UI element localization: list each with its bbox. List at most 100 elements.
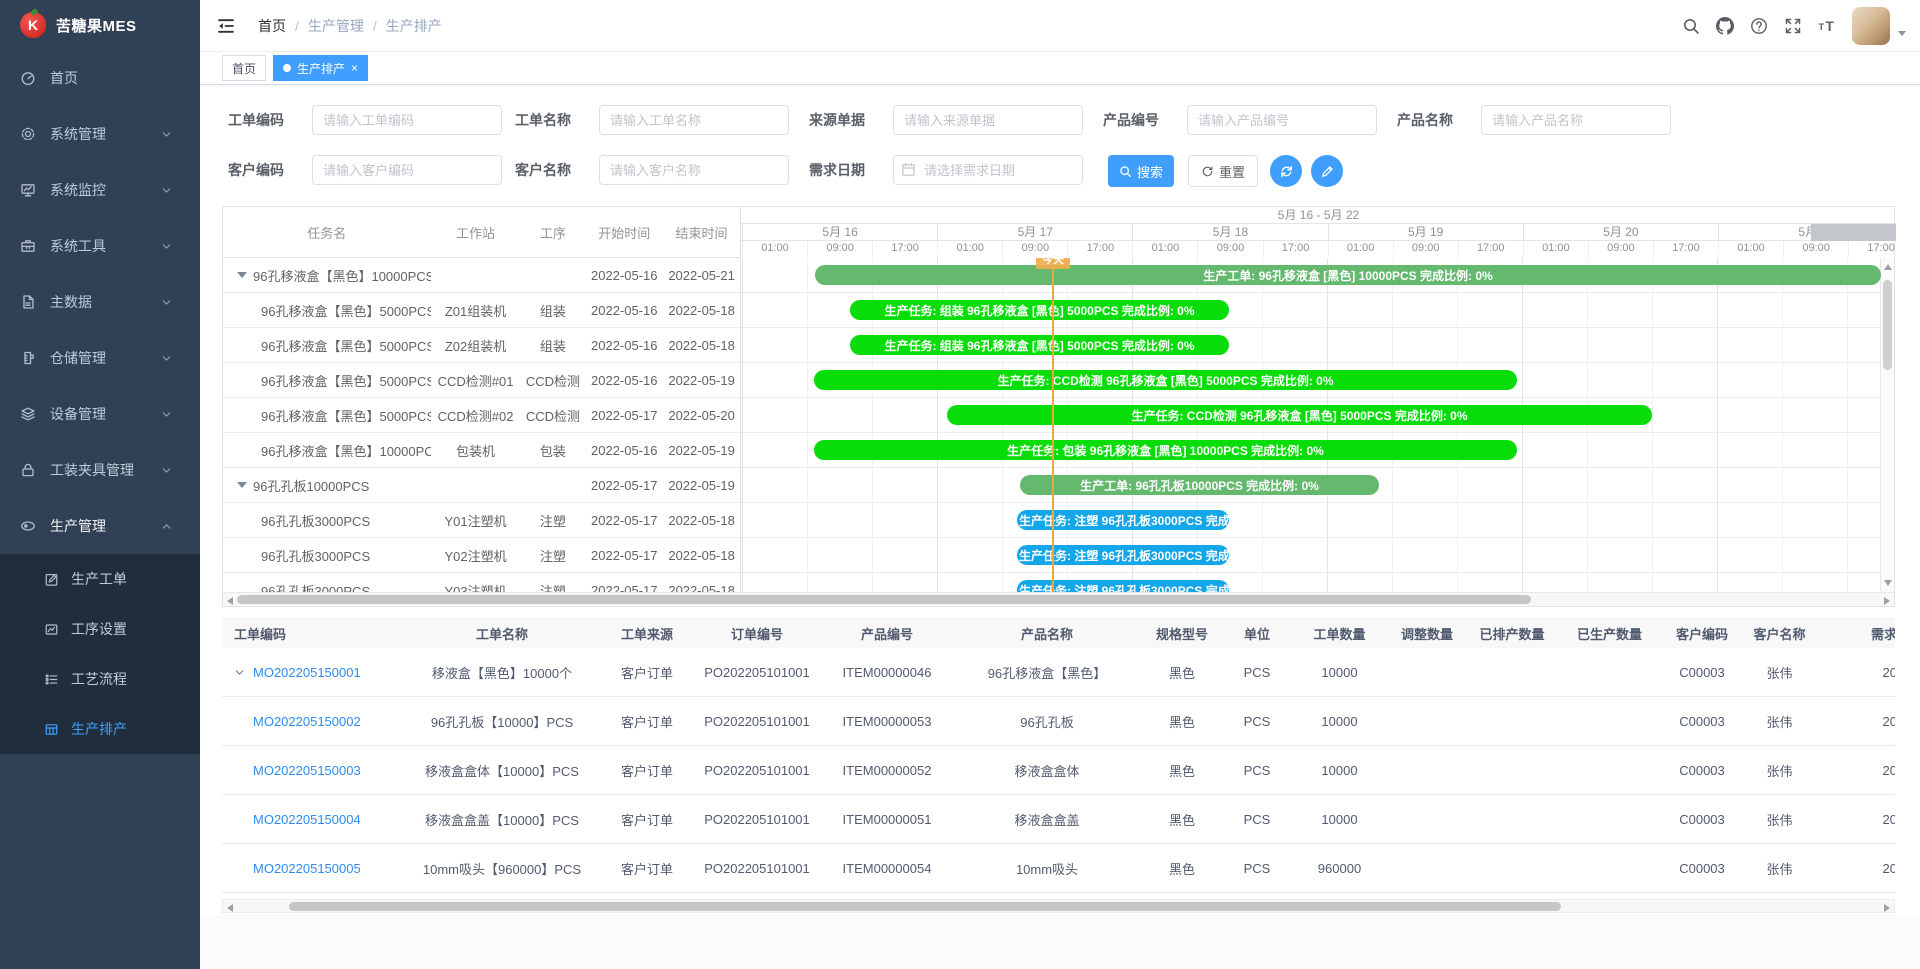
triangle-down-icon[interactable] xyxy=(237,482,247,488)
table-horizontal-scroll-thumb[interactable] xyxy=(289,902,1561,911)
work-order-name-input[interactable] xyxy=(599,105,789,135)
gantt-task-table: 任务名工作站工序开始时间结束时间 96孔移液盒【黑色】10000PCS2022-… xyxy=(223,207,741,592)
table-column-header: 需求日期 xyxy=(1817,624,1895,643)
sidebar-item-warehouse-management[interactable]: 仓储管理 xyxy=(0,330,200,386)
sidebar-item-process-flow[interactable]: 工艺流程 xyxy=(0,654,200,704)
filter-label-source-doc: 来源单据 xyxy=(809,105,885,135)
sidebar-item-process-setting[interactable]: 工序设置 xyxy=(0,604,200,654)
gantt-task-row: 96孔移液盒【黑色】5000PCSCCD检测#02CCD检测2022-05-17… xyxy=(223,398,740,433)
font-size-icon[interactable]: TT xyxy=(1818,17,1836,35)
sidebar-item-equipment-management[interactable]: 设备管理 xyxy=(0,386,200,442)
work-order-link[interactable]: MO202205150001 xyxy=(253,665,361,680)
gantt-horizontal-scroll-thumb[interactable] xyxy=(237,595,1531,604)
chevron-down-icon xyxy=(161,185,172,196)
gantt-bar-label: 生产任务: 注塑 96孔孔板3000PCS 完成比例: 0% xyxy=(1019,582,1229,593)
work-order-code-cell: MO202205150003 xyxy=(222,763,402,778)
edit-schedule-button[interactable] xyxy=(1311,155,1343,187)
gantt-bar-task[interactable]: 生产任务: 组装 96孔移液盒 [黑色] 5000PCS 完成比例: 0% xyxy=(850,300,1229,320)
gantt-task-row: 96孔孔板3000PCSY02注塑机注塑2022-05-172022-05-18 xyxy=(223,538,740,573)
gantt-bar-work-order[interactable]: 生产工单: 96孔移液盒 [黑色] 10000PCS 完成比例: 0% xyxy=(815,265,1881,285)
sidebar-item-master-data[interactable]: 主数据 xyxy=(0,274,200,330)
sidebar-item-label: 系统监控 xyxy=(50,180,161,200)
sidebar-item-production-management[interactable]: 生产管理 xyxy=(0,498,200,554)
table-cell: 黑色 xyxy=(1142,810,1222,829)
gantt-hour-label: 09:00 xyxy=(1197,241,1262,257)
reset-button[interactable]: 重置 xyxy=(1188,155,1258,187)
product-name-input[interactable] xyxy=(1481,105,1671,135)
scroll-right-arrow[interactable] xyxy=(1884,597,1890,605)
gantt-bar-task[interactable]: 生产任务: 注塑 96孔孔板3000PCS 完成比例: 0% xyxy=(1017,545,1229,565)
scroll-up-arrow[interactable] xyxy=(1884,264,1892,270)
github-icon[interactable] xyxy=(1716,17,1734,35)
flow-icon xyxy=(44,672,59,687)
schedule-icon xyxy=(44,722,59,737)
layers-icon xyxy=(20,406,36,422)
table-horizontal-scrollbar[interactable] xyxy=(222,899,1895,913)
sidebar-item-production-scheduling[interactable]: 生产排产 xyxy=(0,704,200,754)
sidebar-item-system-tools[interactable]: 系统工具 xyxy=(0,218,200,274)
customer-name-input[interactable] xyxy=(599,155,789,185)
tab-active[interactable]: 生产排产× xyxy=(273,55,368,81)
tab-home[interactable]: 首页 xyxy=(222,55,266,81)
gantt-vertical-scroll-thumb[interactable] xyxy=(1883,280,1892,370)
avatar[interactable] xyxy=(1852,7,1890,45)
customer-code-input[interactable] xyxy=(312,155,502,185)
gantt-workstation: CCD检测#01 xyxy=(431,371,521,390)
gantt-bar-task[interactable]: 生产任务: CCD检测 96孔移液盒 [黑色] 5000PCS 完成比例: 0% xyxy=(814,370,1517,390)
sidebar-toggle-icon[interactable] xyxy=(216,16,236,36)
table-cell: 黑色 xyxy=(1142,712,1222,731)
sidebar-item-production-work-order[interactable]: 生产工单 xyxy=(0,554,200,604)
sidebar-item-system-monitor[interactable]: 系统监控 xyxy=(0,162,200,218)
sync-button[interactable] xyxy=(1270,155,1302,187)
gantt-start-date: 2022-05-16 xyxy=(585,303,663,318)
gantt-bar-task[interactable]: 生产任务: 注塑 96孔孔板3000PCS 完成比例: 0% xyxy=(1017,580,1229,592)
sidebar-item-label: 首页 xyxy=(50,68,186,88)
gantt-bar-task[interactable]: 生产任务: 组装 96孔移液盒 [黑色] 5000PCS 完成比例: 0% xyxy=(850,335,1229,355)
gantt-bar-task[interactable]: 生产任务: 注塑 96孔孔板3000PCS 完成比例: 0% xyxy=(1017,510,1229,530)
close-icon[interactable]: × xyxy=(351,62,358,74)
gantt-bar-task[interactable]: 生产任务: 包装 96孔移液盒 [黑色] 10000PCS 完成比例: 0% xyxy=(814,440,1517,460)
gantt-bar-label: 生产任务: 包装 96孔移液盒 [黑色] 10000PCS 完成比例: 0% xyxy=(1007,442,1324,459)
sidebar-item-home[interactable]: 首页 xyxy=(0,50,200,106)
task-name-text: 96孔孔板10000PCS xyxy=(253,476,369,495)
table-cell: 10000 xyxy=(1292,714,1387,729)
gantt-horizontal-scrollbar[interactable] xyxy=(223,592,1894,606)
gantt-hour-label: 17:00 xyxy=(1458,241,1523,257)
gantt-task-row: 96孔孔板10000PCS2022-05-172022-05-19 xyxy=(223,468,740,503)
work-order-link[interactable]: MO202205150003 xyxy=(253,763,361,778)
work-order-link[interactable]: MO202205150004 xyxy=(253,812,361,827)
topbar: 首页/生产管理/生产排产 TT xyxy=(200,0,1920,52)
scroll-left-arrow[interactable] xyxy=(227,597,233,605)
tab-active-dot xyxy=(283,64,291,72)
caret-down-icon[interactable] xyxy=(1898,31,1906,36)
table-cell: 10mm吸头 xyxy=(952,859,1142,878)
gantt-vertical-scrollbar[interactable] xyxy=(1880,258,1894,592)
pencil-icon xyxy=(1320,164,1335,179)
sidebar-item-system-management[interactable]: 系统管理 xyxy=(0,106,200,162)
demand-date-input[interactable] xyxy=(893,155,1083,185)
chevron-down-icon[interactable] xyxy=(234,667,245,678)
triangle-down-icon[interactable] xyxy=(237,272,247,278)
work-order-link[interactable]: MO202205150005 xyxy=(253,861,361,876)
breadcrumb-item[interactable]: 生产管理 xyxy=(308,16,364,36)
fullscreen-icon[interactable] xyxy=(1784,17,1802,35)
table-row: MO20220515000510mm吸头【960000】PCS客户订单PO202… xyxy=(222,844,1895,893)
product-code-input[interactable] xyxy=(1187,105,1377,135)
help-icon[interactable] xyxy=(1750,17,1768,35)
reset-button-label: 重置 xyxy=(1219,162,1245,181)
gantt-bar-work-order[interactable]: 生产工单: 96孔孔板10000PCS 完成比例: 0% xyxy=(1020,475,1379,495)
table-cell: 客户订单 xyxy=(602,663,692,682)
gantt-end-date: 2022-05-19 xyxy=(663,373,740,388)
work-order-link[interactable]: MO202205150002 xyxy=(253,714,361,729)
sidebar-item-fixture-management[interactable]: 工装夹具管理 xyxy=(0,442,200,498)
chevron-down-icon xyxy=(161,353,172,364)
gantt-date-range: 5月 16 - 5月 22 xyxy=(741,207,1896,224)
search-icon[interactable] xyxy=(1682,17,1700,35)
breadcrumb-item[interactable]: 首页 xyxy=(258,16,286,36)
scroll-right-arrow[interactable] xyxy=(1884,904,1890,912)
scroll-down-arrow[interactable] xyxy=(1884,580,1892,586)
source-doc-input[interactable] xyxy=(893,105,1083,135)
scroll-left-arrow[interactable] xyxy=(227,904,233,912)
work-order-code-input[interactable] xyxy=(312,105,502,135)
search-button[interactable]: 搜索 xyxy=(1108,155,1174,187)
